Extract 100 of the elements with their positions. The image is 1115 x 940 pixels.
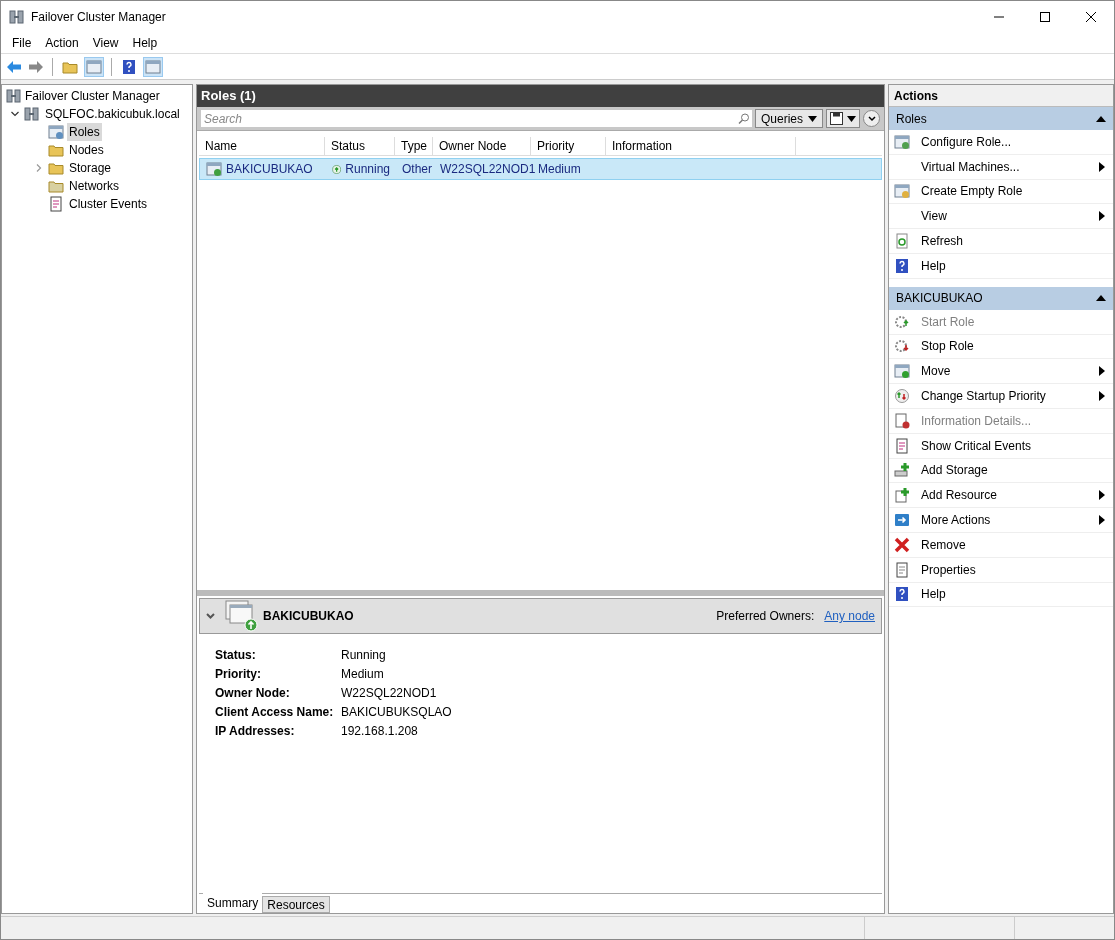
caret-icon bbox=[847, 115, 856, 122]
collapse-icon[interactable] bbox=[10, 109, 20, 119]
pane-command[interactable]: Help bbox=[921, 256, 1105, 275]
field-value: 192.168.1.208 bbox=[341, 722, 418, 740]
column-header[interactable]: Owner Node bbox=[433, 137, 531, 155]
help-icon bbox=[121, 58, 137, 75]
collapse-icon bbox=[1096, 295, 1106, 302]
field-label: Status: bbox=[215, 646, 257, 664]
storage-icon bbox=[48, 160, 64, 176]
role-name: BAKICUBUKAO bbox=[263, 608, 354, 625]
refresh-icon bbox=[894, 233, 910, 250]
submenu-arrow-icon bbox=[1099, 515, 1105, 526]
collapse-icon[interactable] bbox=[206, 613, 215, 619]
menu-item[interactable]: Action bbox=[38, 32, 86, 53]
pane-command[interactable]: Configure Role... bbox=[921, 132, 1105, 151]
field-value: Running bbox=[341, 646, 386, 664]
empty-role-icon bbox=[894, 183, 910, 200]
add-icon bbox=[894, 487, 910, 504]
move-icon bbox=[894, 363, 910, 380]
save-icon bbox=[830, 112, 843, 125]
pane-command[interactable]: Create Empty Role bbox=[921, 182, 1105, 201]
submenu-arrow-icon bbox=[1099, 391, 1105, 402]
information-icon bbox=[894, 412, 910, 429]
table-cell-text: Other bbox=[402, 161, 432, 178]
console-tree-button[interactable] bbox=[84, 56, 104, 77]
pane-command[interactable]: More Actions bbox=[921, 511, 1099, 530]
menu-item[interactable]: Help bbox=[125, 32, 165, 53]
pane-command[interactable]: Remove bbox=[921, 535, 1105, 554]
tree-item[interactable]: Roles bbox=[67, 123, 102, 141]
preferred-owners-label: Preferred Owners: bbox=[716, 608, 815, 625]
tree-item[interactable]: Cluster Events bbox=[67, 195, 150, 213]
section-header[interactable]: Roles bbox=[889, 107, 1113, 130]
help-icon bbox=[894, 586, 910, 603]
tree-item[interactable]: Networks bbox=[67, 177, 121, 195]
table-row[interactable]: BAKICUBUKAO Running Other W22SQL22NOD1 Medium bbox=[199, 158, 882, 180]
pane-command[interactable]: Refresh bbox=[921, 232, 1105, 251]
column-header[interactable]: Information bbox=[606, 137, 796, 155]
pane-command[interactable]: Virtual Machines... bbox=[921, 157, 1099, 176]
pane-command[interactable]: Stop Role bbox=[921, 337, 1105, 356]
column-header[interactable]: Status bbox=[325, 137, 395, 155]
field-value: Medium bbox=[341, 665, 384, 683]
collapse-button[interactable] bbox=[863, 110, 880, 127]
field-label: Client Access Name: bbox=[215, 703, 335, 721]
tree-item[interactable]: Storage bbox=[67, 159, 114, 177]
chevron-icon bbox=[867, 115, 876, 122]
pane-icon bbox=[145, 58, 161, 75]
help-icon bbox=[894, 257, 910, 274]
submenu-arrow-icon bbox=[1099, 211, 1105, 222]
pane-command[interactable]: Properties bbox=[921, 560, 1105, 579]
event-log-icon bbox=[894, 437, 910, 454]
tab[interactable]: Summary bbox=[203, 893, 263, 913]
queries-button[interactable]: Queries bbox=[754, 109, 823, 128]
submenu-arrow-icon bbox=[1099, 366, 1105, 377]
actions-header: Actions bbox=[889, 85, 1113, 107]
role-settings-icon bbox=[894, 133, 910, 150]
field-value: W22SQL22NOD1 bbox=[341, 684, 437, 702]
section-header[interactable]: BAKICUBUKAO bbox=[889, 286, 1113, 310]
submenu-arrow-icon bbox=[1099, 161, 1105, 172]
column-header[interactable]: Priority bbox=[531, 137, 606, 155]
field-label: IP Addresses: bbox=[215, 722, 296, 740]
window-title: Failover Cluster Manager bbox=[31, 8, 166, 26]
field-value: BAKICUBUKSQLAO bbox=[341, 703, 452, 721]
submenu-arrow-icon bbox=[1099, 490, 1105, 501]
pane-command[interactable]: Add Storage bbox=[921, 461, 1105, 480]
gear-icon bbox=[894, 313, 910, 330]
pane-command[interactable]: Show Critical Events bbox=[921, 436, 1105, 455]
add-icon bbox=[894, 462, 910, 479]
expand-icon[interactable] bbox=[34, 163, 44, 173]
save-query-button[interactable] bbox=[826, 109, 860, 128]
roles-icon bbox=[48, 124, 64, 140]
pane-command[interactable]: View bbox=[921, 207, 1099, 226]
pane-command[interactable]: Help bbox=[921, 585, 1105, 604]
tab[interactable]: Resources bbox=[262, 896, 330, 913]
role-icon bbox=[206, 161, 222, 177]
events-icon bbox=[48, 196, 64, 212]
gear-icon bbox=[894, 338, 910, 355]
pane-command[interactable]: Change Startup Priority bbox=[921, 387, 1099, 406]
menu-item[interactable]: View bbox=[85, 32, 126, 53]
menu-item[interactable]: File bbox=[5, 32, 39, 53]
field-label: Priority: bbox=[215, 665, 262, 683]
column-header[interactable]: Type bbox=[395, 137, 433, 155]
search-field[interactable]: Search bbox=[201, 110, 736, 127]
maximize-icon bbox=[1040, 11, 1050, 22]
column-header[interactable]: Name bbox=[199, 137, 325, 155]
tree-item[interactable]: Nodes bbox=[67, 141, 106, 159]
cluster-manager-icon bbox=[6, 88, 22, 104]
table-cell-text: BAKICUBUKAO bbox=[226, 161, 313, 178]
collapse-icon bbox=[1096, 115, 1106, 122]
tree-item[interactable]: SQLFOC.bakicubuk.local bbox=[43, 105, 182, 123]
app-icon bbox=[9, 8, 25, 25]
pane-title: Roles (1) bbox=[201, 87, 256, 106]
caret-icon bbox=[808, 115, 817, 122]
pane-command[interactable]: Move bbox=[921, 362, 1099, 381]
pane-command[interactable]: Add Resource bbox=[921, 486, 1099, 505]
tree-item[interactable]: Failover Cluster Manager bbox=[25, 87, 160, 105]
table-cell-text: W22SQL22NOD1 bbox=[440, 161, 536, 178]
remove-icon bbox=[894, 536, 910, 553]
nodes-icon bbox=[48, 142, 64, 158]
role-icon bbox=[225, 600, 259, 632]
preferred-owners-link[interactable]: Any node bbox=[824, 607, 875, 625]
